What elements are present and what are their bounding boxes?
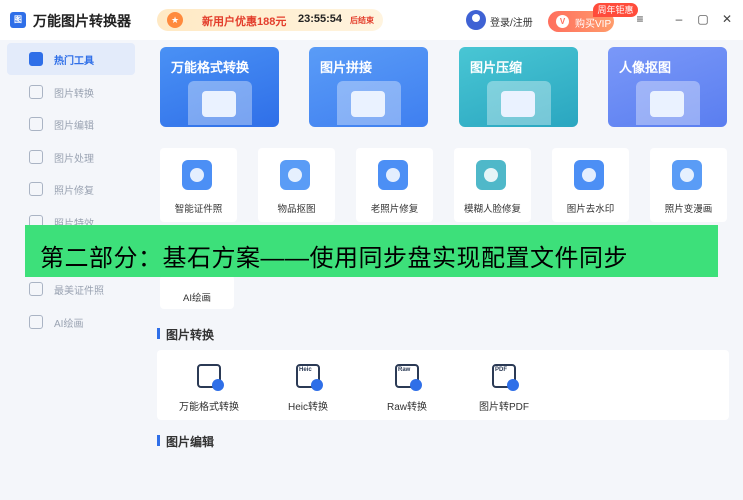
convert-heic-tool[interactable]: Heic Heic转换: [258, 364, 358, 414]
minimize-button[interactable]: –: [672, 12, 686, 26]
convert-raw-tool[interactable]: Raw Raw转换: [357, 364, 457, 414]
tool-label: 模糊人脸修复: [463, 204, 521, 215]
promo-text: 新用户优惠188元: [202, 16, 287, 28]
banner-text: 第二部分：基石方案——使用同步盘实现配置文件同步: [40, 245, 628, 272]
tool-label: 智能证件照: [174, 204, 223, 215]
maximize-button[interactable]: ▢: [696, 12, 710, 26]
sidebar-item-label: AI绘画: [54, 319, 84, 330]
anniversary-badge: 周年钜惠: [593, 3, 638, 17]
section-title-convert: 图片转换: [166, 328, 215, 342]
eraser-icon: [574, 160, 604, 190]
sidebar-item-id-photo[interactable]: 最美证件照: [7, 273, 135, 305]
cup-icon: [280, 160, 310, 190]
sidebar-item-label: 照片修复: [54, 186, 94, 197]
menu-icon[interactable]: ≡: [633, 12, 647, 26]
image-stitch-illustration-icon: [337, 81, 401, 125]
face-icon: [476, 160, 506, 190]
sidebar-item-label: 图片处理: [54, 154, 94, 165]
promo-banner[interactable]: ★ 新用户优惠188元 23:55:54 后结束: [157, 9, 383, 31]
tool-label: 老照片修复: [370, 204, 419, 215]
convert-tool-label: 图片转PDF: [479, 402, 529, 413]
raw-icon: Raw: [395, 364, 422, 391]
promo-timer: 23:55:54: [298, 13, 343, 25]
tool-object-cutout[interactable]: 物品抠图: [258, 148, 335, 222]
convert-format-tool[interactable]: 万能格式转换: [159, 364, 259, 414]
convert-tool-label: Heic转换: [287, 402, 328, 413]
sidebar-item-ai-paint[interactable]: AI绘画: [7, 306, 135, 338]
feature-card-title: 图片压缩: [470, 60, 523, 75]
gift-icon: ★: [167, 12, 183, 28]
feature-card-stitch[interactable]: 图片拼接: [309, 47, 428, 127]
image-edit-icon: [29, 117, 43, 131]
sidebar-item-label: 图片编辑: [54, 121, 94, 132]
id-card-icon: [182, 160, 212, 190]
title-bar: 图 万能图片转换器 ★ 新用户优惠188元 23:55:54 后结束 登录/注册…: [0, 0, 743, 40]
pdf-icon: PDF: [492, 364, 519, 391]
sidebar-item-hot-tools[interactable]: 热门工具: [7, 43, 135, 75]
section-title-edit: 图片编辑: [166, 435, 215, 449]
feature-card-portrait-cutout[interactable]: 人像抠图: [608, 47, 727, 127]
tool-id-photo[interactable]: 智能证件照: [160, 148, 237, 222]
fire-icon: [29, 52, 43, 66]
heic-icon: Heic: [296, 364, 323, 391]
convert-tools-panel: 万能格式转换 Heic Heic转换 Raw Raw转换 PDF 图片转PDF: [157, 350, 729, 420]
wrench-icon: [378, 160, 408, 190]
promo-end-label: 后结束: [350, 16, 374, 25]
format-convert-icon: [197, 364, 224, 391]
sidebar-item-label: 最美证件照: [54, 286, 104, 297]
convert-tool-label: Raw转换: [386, 402, 427, 413]
image-compress-illustration-icon: [487, 81, 551, 125]
tool-label: AI绘画: [183, 293, 211, 304]
ai-paint-icon: [29, 315, 43, 329]
id-photo-icon: [29, 282, 43, 296]
convert-tool-label: 万能格式转换: [179, 402, 239, 413]
portrait-illustration-icon: [636, 81, 700, 125]
photo-repair-icon: [29, 182, 43, 196]
tool-remove-watermark[interactable]: 图片去水印: [552, 148, 629, 222]
feature-card-title: 人像抠图: [619, 60, 672, 75]
convert-pdf-tool[interactable]: PDF 图片转PDF: [454, 364, 554, 414]
feature-card-title: 图片拼接: [320, 60, 373, 75]
sidebar-item-process[interactable]: 图片处理: [7, 141, 135, 173]
tool-label: 物品抠图: [277, 204, 316, 215]
sidebar-item-label: 图片转换: [54, 89, 94, 100]
feature-card-compress[interactable]: 图片压缩: [459, 47, 578, 127]
close-button[interactable]: ✕: [720, 12, 734, 26]
bear-icon: [672, 160, 702, 190]
image-convert-illustration-icon: [188, 81, 252, 125]
avatar-icon[interactable]: [466, 10, 486, 30]
overlay-banner: 第二部分：基石方案——使用同步盘实现配置文件同步: [25, 225, 718, 277]
tool-label: 图片去水印: [566, 204, 615, 215]
image-process-icon: [29, 150, 43, 164]
app-title: 万能图片转换器: [33, 13, 131, 29]
app-logo-icon: 图: [10, 12, 26, 28]
vip-icon: V: [556, 15, 569, 28]
section-marker: [157, 435, 160, 446]
tool-photo-to-cartoon[interactable]: 照片变漫画: [650, 148, 727, 222]
tool-ai-paint[interactable]: AI绘画: [160, 275, 234, 309]
tool-old-photo-repair[interactable]: 老照片修复: [356, 148, 433, 222]
section-marker: [157, 328, 160, 339]
tool-face-repair[interactable]: 模糊人脸修复: [454, 148, 531, 222]
feature-card-title: 万能格式转换: [171, 60, 250, 75]
sidebar-item-label: 热门工具: [54, 56, 94, 67]
sidebar-item-convert[interactable]: 图片转换: [7, 76, 135, 108]
buy-vip-label: 购买VIP: [575, 19, 612, 30]
sidebar-item-repair[interactable]: 照片修复: [7, 173, 135, 205]
tool-label: 照片变漫画: [664, 204, 713, 215]
feature-card-format-convert[interactable]: 万能格式转换: [160, 47, 279, 127]
login-link[interactable]: 登录/注册: [490, 14, 533, 29]
sidebar-item-edit[interactable]: 图片编辑: [7, 108, 135, 140]
image-convert-icon: [29, 85, 43, 99]
